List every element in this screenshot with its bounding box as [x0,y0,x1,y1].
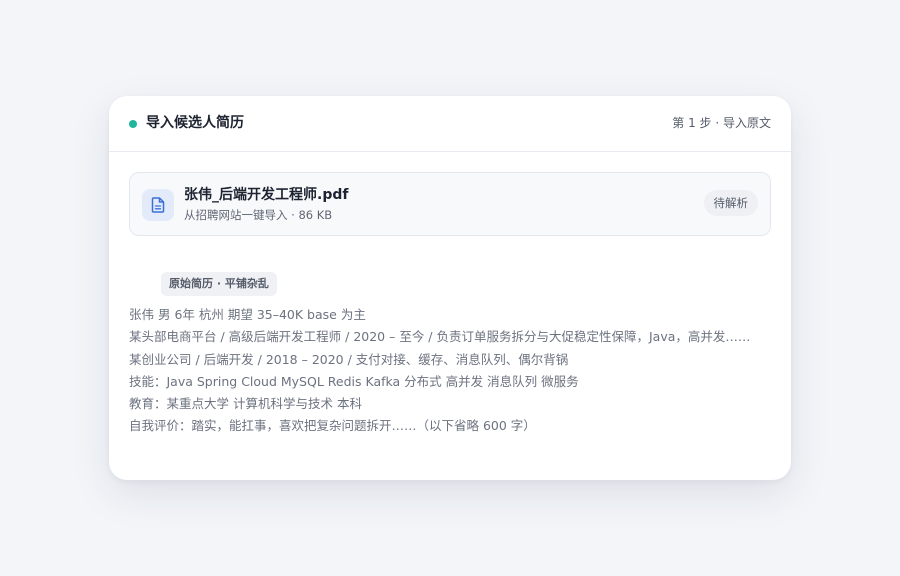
file-meta: 从招聘网站一键导入 · 86 KB [184,208,333,222]
card-header: 导入候选人简历 第 1 步 · 导入原文 [109,96,791,152]
status-dot [129,120,137,128]
step-indicator: 第 1 步 · 导入原文 [672,116,771,130]
file-name: 张伟_后端开发工程师.pdf [184,187,349,203]
document-icon [142,189,174,221]
raw-line: 教育：某重点大学 计算机科学与技术 本科 [129,396,362,412]
card-title: 导入候选人简历 [146,115,244,131]
raw-line: 某头部电商平台 / 高级后端开发工程师 / 2020 – 至今 / 负责订单服务… [129,329,751,345]
raw-line: 技能：Java Spring Cloud MySQL Redis Kafka 分… [129,373,579,389]
raw-resume-tag: 原始简历 · 平铺杂乱 [161,272,277,296]
parse-status-badge: 待解析 [703,190,758,216]
raw-line: 自我评价：踏实，能扛事，喜欢把复杂问题拆开……（以下省略 600 字） [129,418,536,434]
import-resume-card: 导入候选人简历 第 1 步 · 导入原文 张伟_后端开发工程师.pdf 从招聘网… [109,96,791,480]
raw-line: 张伟 男 6年 杭州 期望 35–40K base 为主 [129,307,366,322]
raw-resume-text: 张伟 男 6年 杭州 期望 35–40K base 为主 某头部电商平台 / 高… [129,304,774,438]
raw-line: 某创业公司 / 后端开发 / 2018 – 2020 / 支付对接、缓存、消息队… [129,351,569,367]
uploaded-file[interactable]: 张伟_后端开发工程师.pdf 从招聘网站一键导入 · 86 KB 待解析 [129,172,771,236]
